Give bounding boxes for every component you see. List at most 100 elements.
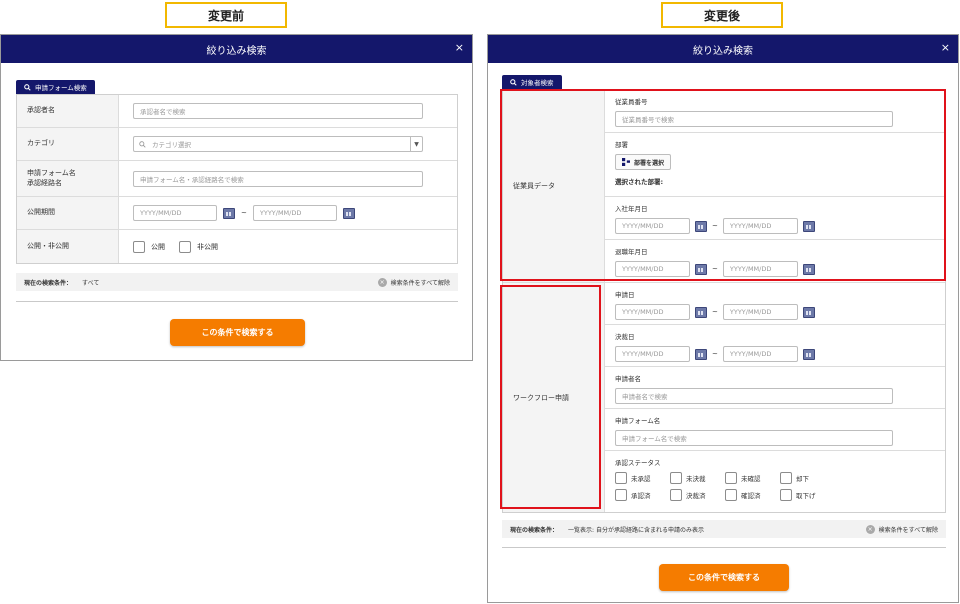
status-option-label: 承認済 (631, 492, 651, 500)
calendar-icon[interactable] (695, 220, 707, 232)
row-visibility: 公開・非公開 公開 非公開 (17, 230, 457, 263)
approver-input[interactable]: 承認者名で検索 (133, 103, 423, 119)
calendar-icon[interactable] (802, 263, 815, 275)
tab-application-form-search[interactable]: 申請フォーム検索 (16, 80, 95, 94)
calendar-icon[interactable] (802, 306, 815, 318)
calendar-icon[interactable] (695, 306, 707, 318)
after-label: 変更後 (661, 2, 783, 28)
leave-from-input[interactable]: YYYY/MM/DD (615, 261, 690, 277)
tab-target-search[interactable]: 対象者検索 (502, 75, 562, 89)
row-label: 承認者名 (17, 95, 119, 127)
search-button[interactable]: この条件で検索する (659, 564, 789, 591)
before-dialog: 絞り込み検索 × 申請フォーム検索 承認者名 承認者名で検索 カテゴリ カテゴリ… (0, 34, 473, 361)
field-leave-date: 退職年月日 YYYY/MM/DD ~ YYYY/MM/DD (605, 240, 945, 283)
current-conditions-bar: 現在の検索条件： 一覧表示: 自分が承認経路に含まれる申請のみ表示 × 検索条件… (502, 520, 946, 538)
field-apply-date: 申請日 YYYY/MM/DD ~ YYYY/MM/DD (605, 283, 945, 325)
form-name-input[interactable]: 申請フォーム名・承認経路名で検索 (133, 170, 423, 187)
status-checkbox[interactable] (670, 489, 682, 501)
tab-label: 申請フォーム検索 (35, 84, 87, 92)
period-to-input[interactable]: YYYY/MM/DD (252, 205, 337, 221)
field-employee-number: 従業員番号 従業員番号で検索 (605, 90, 945, 133)
decision-from-input[interactable]: YYYY/MM/DD (615, 346, 690, 362)
category-select[interactable]: カテゴリ選択 ▼ (133, 136, 423, 152)
public-checkbox[interactable] (133, 240, 145, 253)
apply-to-input[interactable]: YYYY/MM/DD (722, 304, 798, 320)
field-label: 入社年月日 (615, 205, 648, 213)
status-checkbox[interactable] (670, 472, 682, 484)
calendar-icon[interactable] (802, 348, 815, 360)
row-label: 公開期間 (17, 197, 119, 229)
private-checkbox[interactable] (179, 240, 191, 253)
clear-icon: × (377, 277, 387, 287)
field-label: 従業員番号 (615, 98, 648, 106)
private-label: 非公開 (197, 242, 218, 251)
status-option-label: 決裁済 (686, 492, 706, 500)
status-checkbox[interactable] (615, 489, 627, 501)
status-option[interactable]: 決裁済 (670, 489, 725, 501)
status-checkbox[interactable] (725, 472, 737, 484)
select-department-button[interactable]: 部署を選択 (615, 154, 672, 170)
field-applicant: 申請者名 申請者名で検索 (605, 367, 945, 409)
status-checkbox[interactable] (615, 472, 627, 484)
field-label: 申請フォーム名 (615, 417, 661, 425)
status-option-label: 未確認 (741, 475, 761, 483)
field-label: 承認ステータス (615, 459, 661, 467)
range-separator: ~ (712, 265, 718, 273)
row-category: カテゴリ カテゴリ選択 ▼ (17, 128, 457, 161)
select-department-label: 部署を選択 (634, 159, 665, 167)
status-option-label: 未承認 (631, 475, 651, 483)
status-checkbox[interactable] (725, 489, 737, 501)
dialog-header: 絞り込み検索 × (488, 35, 958, 63)
search-button[interactable]: この条件で検索する (170, 319, 305, 346)
close-icon[interactable]: × (941, 41, 950, 54)
category-placeholder: カテゴリ選択 (152, 141, 191, 149)
apply-from-input[interactable]: YYYY/MM/DD (615, 304, 690, 320)
row-form-name: 申請フォーム名 承認経路名 申請フォーム名・承認経路名で検索 (17, 161, 457, 197)
status-option[interactable]: 未決裁 (670, 472, 725, 484)
row-label: カテゴリ (17, 128, 119, 160)
after-form: 従業員データ 従業員番号 従業員番号で検索 部署 部署を選択 選択された部署: … (502, 89, 946, 513)
field-form-name: 申請フォーム名 申請フォーム名で検索 (605, 409, 945, 451)
join-from-input[interactable]: YYYY/MM/DD (615, 218, 690, 234)
status-checkbox[interactable] (780, 472, 792, 484)
calendar-icon[interactable] (695, 348, 707, 360)
dialog-title: 絞り込み検索 (693, 45, 753, 57)
period-from-input[interactable]: YYYY/MM/DD (133, 205, 217, 221)
row-label: 公開・非公開 (17, 230, 119, 263)
decision-to-input[interactable]: YYYY/MM/DD (722, 346, 798, 362)
section-label: ワークフロー申請 (503, 283, 605, 512)
calendar-icon[interactable] (223, 207, 235, 219)
section-workflow: ワークフロー申請 申請日 YYYY/MM/DD ~ YYYY/MM/DD 決裁日 (503, 283, 945, 512)
status-option[interactable]: 承認済 (615, 489, 670, 501)
applicant-input[interactable]: 申請者名で検索 (615, 388, 893, 404)
status-option[interactable]: 未承認 (615, 472, 670, 484)
conditions-value: すべて (82, 279, 100, 287)
calendar-icon[interactable] (342, 207, 355, 219)
clear-label: 検索条件をすべて解除 (390, 279, 450, 287)
status-option[interactable]: 未確認 (725, 472, 780, 484)
status-option[interactable]: 取下げ (780, 489, 835, 501)
range-separator: ~ (712, 350, 718, 358)
conditions-value: 一覧表示: 自分が承認経路に含まれる申請のみ表示 (568, 526, 704, 534)
calendar-icon[interactable] (802, 220, 815, 232)
calendar-icon[interactable] (695, 263, 707, 275)
field-label: 退職年月日 (615, 248, 648, 256)
close-icon[interactable]: × (455, 41, 464, 54)
row-period: 公開期間 YYYY/MM/DD ~ YYYY/MM/DD (17, 197, 457, 230)
conditions-label: 現在の検索条件： (24, 279, 73, 287)
leave-to-input[interactable]: YYYY/MM/DD (722, 261, 798, 277)
field-label: 申請者名 (615, 375, 641, 383)
status-checkbox[interactable] (780, 489, 792, 501)
join-to-input[interactable]: YYYY/MM/DD (722, 218, 798, 234)
before-label: 変更前 (165, 2, 287, 28)
search-icon (24, 83, 31, 91)
employee-number-input[interactable]: 従業員番号で検索 (615, 111, 893, 127)
dialog-title: 絞り込み検索 (206, 45, 267, 57)
after-dialog: 絞り込み検索 × 対象者検索 従業員データ 従業員番号 従業員番号で検索 部署 … (487, 34, 959, 603)
clear-conditions-button[interactable]: × 検索条件をすべて解除 (377, 277, 450, 287)
clear-conditions-button[interactable]: × 検索条件をすべて解除 (865, 524, 938, 534)
form-name-input[interactable]: 申請フォーム名で検索 (615, 430, 893, 446)
status-option[interactable]: 却下 (780, 472, 835, 484)
field-approval-status: 承認ステータス 未承認 未決裁 未確認 却下 承認済 決裁済 確認済 取下げ (605, 451, 945, 510)
status-option[interactable]: 確認済 (725, 489, 780, 501)
